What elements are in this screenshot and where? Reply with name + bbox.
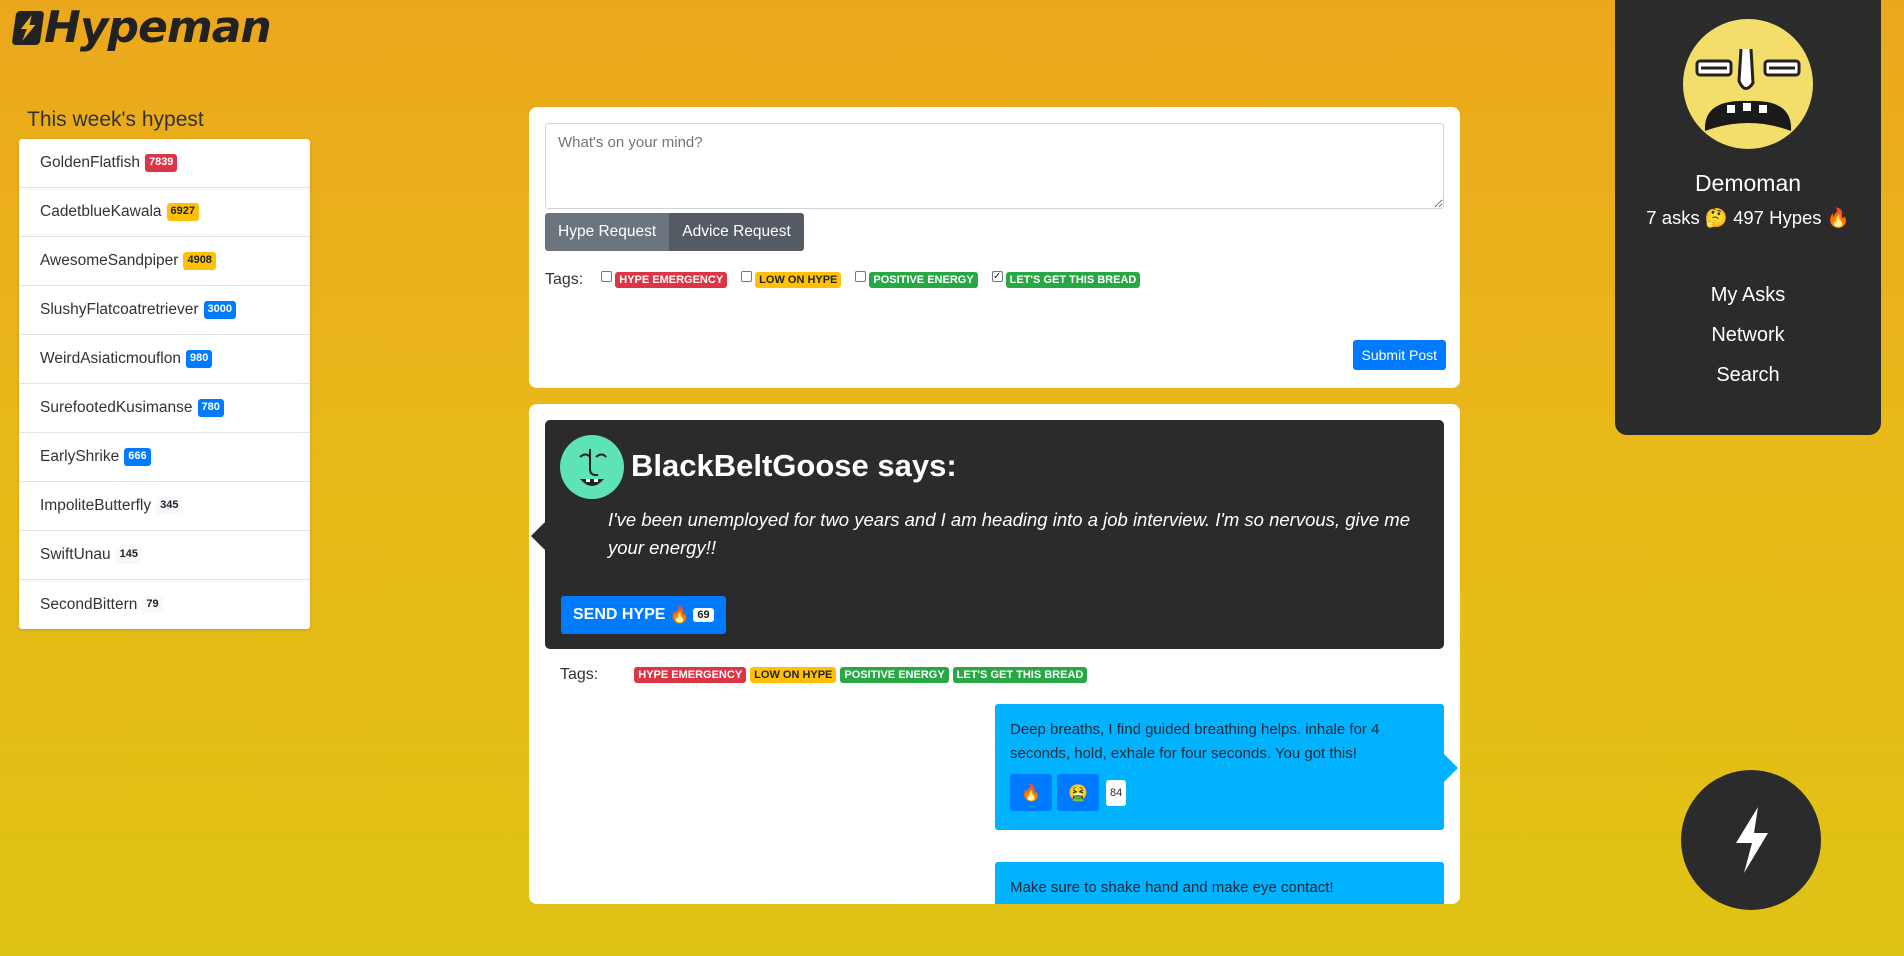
- app-logo[interactable]: Hypeman: [11, 2, 272, 53]
- app-title: Hypeman: [44, 2, 272, 53]
- leaderboard-list: GoldenFlatfish 7839 CadetblueKawala 6927 A…: [19, 139, 310, 629]
- tag-badge: LET'S GET THIS BREAD: [952, 667, 1088, 683]
- leaderboard-name: SlushyFlatcoatretriever: [40, 301, 199, 318]
- leaderboard-name: SwiftUnau: [40, 546, 111, 563]
- leaderboard-item[interactable]: GoldenFlatfish 7839: [19, 139, 310, 188]
- leaderboard-item[interactable]: SwiftUnau 145: [19, 531, 310, 580]
- leaderboard-name: SurefootedKusimanse: [40, 399, 193, 416]
- profile-panel: Demoman 7 asks 🤔 497 Hypes 🔥 My Asks Net…: [1615, 0, 1881, 435]
- nav-my-asks[interactable]: My Asks: [1615, 282, 1881, 322]
- reply-reactions: 🔥 🤮 84: [1010, 774, 1429, 811]
- tag-option-lets-get-this-bread[interactable]: ✓ LET'S GET THIS BREAD: [991, 270, 1141, 288]
- lightning-bolt-icon: [1736, 807, 1768, 873]
- tag-option-positive-energy[interactable]: POSITIVE ENERGY: [855, 270, 978, 288]
- leaderboard-score-badge: 6927: [166, 203, 199, 221]
- leaderboard-item[interactable]: WeirdAsiaticmouflon 980: [19, 335, 310, 384]
- post-tags: Tags: HYPE EMERGENCY LOW ON HYPE POSITIV…: [560, 666, 1091, 684]
- leaderboard-item[interactable]: SlushyFlatcoatretriever 3000: [19, 286, 310, 335]
- leaderboard-item[interactable]: ImpoliteButterfly 345: [19, 482, 310, 531]
- nav-search[interactable]: Search: [1615, 362, 1881, 402]
- tag-badge: POSITIVE ENERGY: [840, 667, 949, 683]
- leaderboard-score-badge: 4908: [183, 252, 216, 270]
- post-textarea[interactable]: [545, 123, 1444, 209]
- reply-card: Deep breaths, I find guided breathing he…: [995, 704, 1458, 830]
- leaderboard-title: This week's hypest: [27, 108, 204, 131]
- profile-stats: 7 asks 🤔 497 Hypes 🔥: [1615, 207, 1881, 229]
- tag-badge: HYPE EMERGENCY: [634, 667, 747, 683]
- leaderboard-score-badge: 145: [115, 546, 143, 564]
- leaderboard-item[interactable]: SecondBittern 79: [19, 580, 310, 629]
- post-form-tags: Tags: HYPE EMERGENCY LOW ON HYPE POSITIV…: [545, 270, 1154, 289]
- post-text: I've been unemployed for two years and I…: [608, 509, 1410, 558]
- reply-text: Deep breaths, I find guided breathing he…: [1010, 721, 1380, 762]
- leaderboard-score-badge: 7839: [144, 154, 178, 172]
- tag-option-low-on-hype[interactable]: LOW ON HYPE: [741, 270, 842, 288]
- leaderboard-name: CadetblueKawala: [40, 203, 162, 220]
- tag-checkbox[interactable]: [855, 270, 867, 282]
- leaderboard-score-badge: 980: [186, 350, 213, 368]
- hype-fab-button[interactable]: [1681, 770, 1821, 910]
- profile-avatar[interactable]: [1683, 19, 1813, 149]
- leaderboard-item[interactable]: EarlyShrike 666: [19, 433, 310, 482]
- leaderboard-score-badge: 3000: [203, 301, 236, 319]
- leaderboard-score-badge: 780: [197, 399, 224, 417]
- reaction-count-badge: 84: [1106, 779, 1127, 806]
- tag-checkbox[interactable]: [601, 270, 613, 282]
- request-type-toggle: Hype Request Advice Request: [545, 213, 804, 251]
- advice-request-button[interactable]: Advice Request: [669, 213, 804, 251]
- author-avatar[interactable]: [560, 435, 624, 499]
- leaderboard-score-badge: 345: [156, 497, 183, 515]
- tag-badge: LET'S GET THIS BREAD: [1005, 272, 1141, 288]
- tag-badge: LOW ON HYPE: [755, 272, 842, 288]
- feed-card: BlackBeltGoose says: I've been unemploye…: [529, 404, 1460, 904]
- tag-checkbox-checked[interactable]: ✓: [991, 270, 1003, 282]
- post-author-line: BlackBeltGoose says:: [631, 448, 957, 483]
- tag-option-hype-emergency[interactable]: HYPE EMERGENCY: [601, 270, 728, 288]
- tag-badge: LOW ON HYPE: [750, 667, 837, 683]
- profile-nav: My Asks Network Search: [1615, 282, 1881, 402]
- leaderboard-score-badge: 79: [142, 595, 163, 614]
- vomit-reaction-button[interactable]: 🤮: [1057, 774, 1099, 811]
- tag-checkbox[interactable]: [741, 270, 753, 282]
- fire-icon: 🔥: [1021, 784, 1041, 802]
- leaderboard-item[interactable]: CadetblueKawala 6927: [19, 188, 310, 237]
- tag-badge: HYPE EMERGENCY: [615, 272, 728, 288]
- profile-name: Demoman: [1694, 170, 1802, 196]
- leaderboard-name: ImpoliteButterfly: [40, 497, 152, 514]
- new-post-card: Hype Request Advice Request Tags: HYPE E…: [529, 107, 1460, 388]
- leaderboard-name: WeirdAsiaticmouflon: [40, 350, 181, 367]
- nav-network[interactable]: Network: [1615, 322, 1881, 362]
- leaderboard-name: SecondBittern: [40, 595, 138, 613]
- leaderboard-score-badge: 666: [124, 448, 151, 466]
- tag-badge: POSITIVE ENERGY: [869, 272, 978, 288]
- hype-count-badge: 69: [693, 608, 714, 622]
- reply-card: Make sure to shake hand and make eye con…: [995, 862, 1444, 904]
- hype-post: BlackBeltGoose says: I've been unemploye…: [531, 420, 1444, 649]
- leaderboard-name: GoldenFlatfish: [40, 154, 140, 171]
- leaderboard-item[interactable]: SurefootedKusimanse 780: [19, 384, 310, 433]
- thinking-face-icon: 🤔: [1704, 207, 1728, 228]
- leaderboard-name: EarlyShrike: [40, 448, 120, 465]
- reply-text: Make sure to shake hand and make eye con…: [1010, 879, 1334, 896]
- fire-icon: 🔥: [669, 607, 690, 624]
- submit-post-button[interactable]: Submit Post: [1352, 340, 1446, 370]
- leaderboard-name: AwesomeSandpiper: [40, 252, 179, 269]
- lightning-bolt-icon: [11, 10, 45, 45]
- asks-count: 7 asks: [1646, 207, 1700, 228]
- leaderboard-item[interactable]: AwesomeSandpiper 4908: [19, 237, 310, 286]
- hypes-count: 497 Hypes: [1733, 207, 1822, 228]
- send-hype-label: SEND HYPE: [573, 606, 666, 623]
- send-hype-button[interactable]: SEND HYPE 🔥 69: [561, 596, 726, 634]
- hype-request-button[interactable]: Hype Request: [545, 213, 670, 251]
- vomit-face-icon: 🤮: [1068, 784, 1088, 802]
- fire-icon: 🔥: [1826, 207, 1850, 228]
- tags-label: Tags:: [545, 271, 584, 288]
- fire-reaction-button[interactable]: 🔥: [1010, 774, 1052, 811]
- tags-label: Tags:: [560, 666, 599, 683]
